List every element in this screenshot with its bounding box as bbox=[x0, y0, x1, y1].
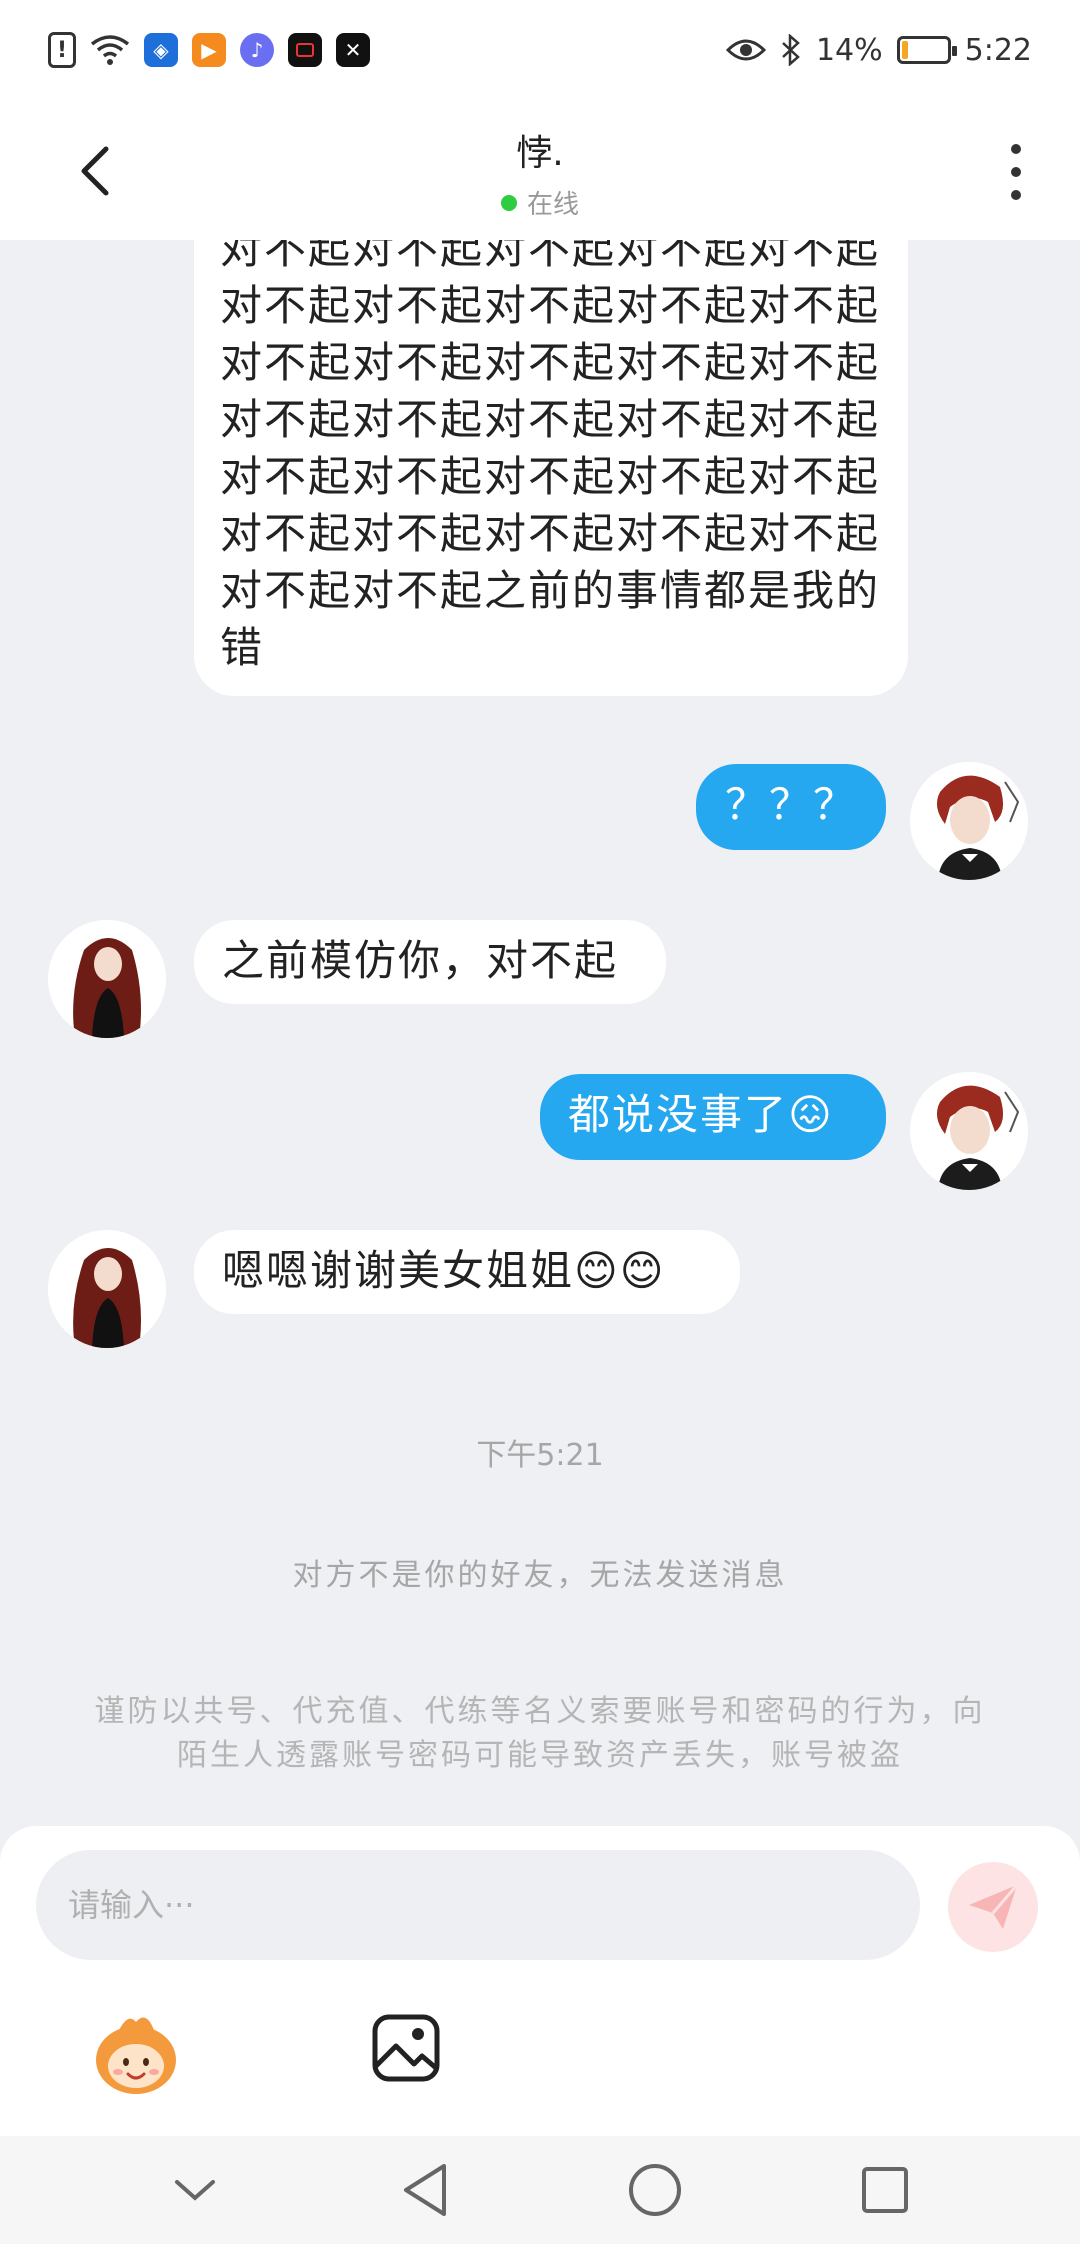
my-avatar[interactable] bbox=[910, 1072, 1028, 1190]
send-button[interactable] bbox=[948, 1862, 1038, 1952]
my-avatar-image bbox=[910, 762, 1028, 880]
online-dot-icon bbox=[500, 194, 517, 211]
more-options-button[interactable] bbox=[996, 140, 1036, 204]
triangle-back-icon bbox=[404, 2164, 446, 2216]
camera-app-icon bbox=[288, 33, 322, 67]
bluetooth-icon bbox=[782, 34, 800, 66]
send-icon bbox=[969, 1884, 1019, 1929]
battery-icon bbox=[896, 36, 957, 64]
contact-avatar-image bbox=[48, 920, 166, 1038]
status-bar: ! ◈ ▶ ♪ ✕ 14% 5:22 bbox=[0, 0, 1080, 100]
music-app-icon: ♪ bbox=[240, 33, 274, 67]
my-avatar-image bbox=[910, 1072, 1028, 1190]
chevron-down-icon bbox=[175, 2180, 215, 2201]
online-label: 在线 bbox=[526, 190, 579, 220]
capcut-app-icon: ✕ bbox=[336, 33, 370, 67]
contact-avatar-image bbox=[48, 1230, 166, 1348]
wifi-icon bbox=[90, 35, 130, 65]
video-app-icon: ▶ bbox=[192, 33, 226, 67]
message-list[interactable]: 对不起对不起对不起对不起对不起对不起对不起对不起对不起对不起对不起对不起对不起对… bbox=[0, 240, 1080, 1830]
clock: 5:22 bbox=[964, 32, 1032, 68]
contact-avatar[interactable] bbox=[48, 1230, 166, 1348]
more-dot-icon bbox=[1011, 167, 1021, 177]
system-nav-bar bbox=[0, 2136, 1080, 2244]
outgoing-message-bubble[interactable]: 都说没事了😖 bbox=[540, 1074, 886, 1160]
nav-recents-button[interactable] bbox=[850, 2155, 920, 2225]
incoming-message-bubble[interactable]: 对不起对不起对不起对不起对不起对不起对不起对不起对不起对不起对不起对不起对不起对… bbox=[194, 240, 908, 696]
my-avatar[interactable] bbox=[910, 762, 1028, 880]
online-status: 在线 bbox=[0, 184, 1080, 221]
shield-app-icon: ◈ bbox=[144, 33, 178, 67]
alert-icon: ! bbox=[48, 32, 76, 68]
eye-icon bbox=[725, 39, 766, 61]
incoming-message-bubble[interactable]: 嗯嗯谢谢美女姐姐😊😊 bbox=[194, 1230, 740, 1314]
input-panel bbox=[0, 1826, 1080, 2136]
sticker-icon bbox=[96, 2017, 176, 2094]
status-left: ! ◈ ▶ ♪ ✕ bbox=[48, 32, 370, 68]
message-input[interactable] bbox=[36, 1850, 920, 1960]
chat-header: 悖. 在线 bbox=[0, 100, 1080, 240]
battery-percent: 14% bbox=[815, 32, 883, 68]
status-right: 14% 5:22 bbox=[725, 32, 1032, 68]
contact-avatar[interactable] bbox=[48, 920, 166, 1038]
more-dot-icon bbox=[1011, 144, 1021, 154]
hide-keyboard-button[interactable] bbox=[160, 2155, 230, 2225]
image-icon bbox=[372, 2014, 440, 2082]
contact-info: 悖. 在线 bbox=[0, 124, 1080, 221]
image-picker-button[interactable] bbox=[370, 2012, 442, 2084]
more-dot-icon bbox=[1011, 190, 1021, 200]
incoming-message-bubble[interactable]: 之前模仿你，对不起 bbox=[194, 920, 666, 1004]
nav-home-button[interactable] bbox=[620, 2155, 690, 2225]
system-notice: 对方不是你的好友，无法发送消息 bbox=[292, 1558, 788, 1593]
sticker-button[interactable] bbox=[88, 2006, 184, 2102]
timestamp: 下午5:21 bbox=[476, 1438, 604, 1473]
circle-home-icon bbox=[629, 2164, 681, 2216]
square-recents-icon bbox=[862, 2167, 908, 2213]
outgoing-message-bubble[interactable]: ？？？ bbox=[696, 764, 886, 850]
security-warning: 谨防以共号、代充值、代练等名义索要账号和密码的行为，向陌生人透露账号密码可能导致… bbox=[94, 1694, 986, 1773]
battery-fill bbox=[901, 41, 908, 59]
contact-name: 悖. bbox=[516, 133, 564, 174]
nav-back-button[interactable] bbox=[390, 2155, 460, 2225]
